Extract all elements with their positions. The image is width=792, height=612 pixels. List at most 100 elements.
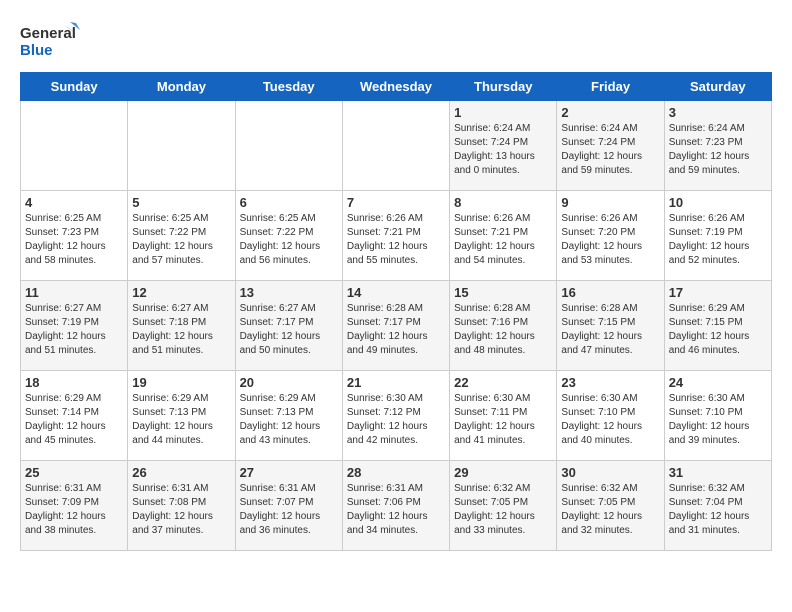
calendar-header: SundayMondayTuesdayWednesdayThursdayFrid… bbox=[21, 73, 772, 101]
calendar-cell: 1Sunrise: 6:24 AM Sunset: 7:24 PM Daylig… bbox=[450, 101, 557, 191]
calendar-cell: 16 Sunrise: 6:28 AM Sunset: 7:15 PM Dayli… bbox=[557, 281, 664, 371]
day-number: 27 bbox=[240, 465, 338, 480]
day-info: Sunrise: 6:25 AM Sunset: 7:22 PM Dayligh… bbox=[240, 212, 338, 268]
day-number: 12 bbox=[132, 285, 230, 300]
day-number: 17 bbox=[669, 285, 767, 300]
calendar-cell bbox=[342, 101, 449, 191]
day-number: 28 bbox=[347, 465, 445, 480]
day-number: 24 bbox=[669, 375, 767, 390]
day-number: 10 bbox=[669, 195, 767, 210]
calendar-cell: 21 Sunrise: 6:30 AM Sunset: 7:12 PM Dayli… bbox=[342, 371, 449, 461]
logo: GeneralBlue bbox=[20, 20, 80, 62]
svg-text:Blue: Blue bbox=[20, 42, 53, 59]
day-info: Sunrise: 6:27 AM Sunset: 7:18 PM Dayligh… bbox=[132, 302, 230, 358]
day-number: 15 bbox=[454, 285, 552, 300]
day-info: Sunrise: 6:31 AM Sunset: 7:07 PM Dayligh… bbox=[240, 482, 338, 538]
day-number: 23 bbox=[561, 375, 659, 390]
calendar-cell: 24 Sunrise: 6:30 AM Sunset: 7:10 PM Dayli… bbox=[664, 371, 771, 461]
calendar-cell bbox=[21, 101, 128, 191]
day-info: Sunrise: 6:30 AM Sunset: 7:12 PM Dayligh… bbox=[347, 392, 445, 448]
calendar-cell: 10 Sunrise: 6:26 AM Sunset: 7:19 PM Dayli… bbox=[664, 191, 771, 281]
day-info: Sunrise: 6:32 AM Sunset: 7:05 PM Dayligh… bbox=[454, 482, 552, 538]
day-info: Sunrise: 6:26 AM Sunset: 7:19 PM Dayligh… bbox=[669, 212, 767, 268]
day-info: Sunrise: 6:25 AM Sunset: 7:22 PM Dayligh… bbox=[132, 212, 230, 268]
day-info: Sunrise: 6:28 AM Sunset: 7:16 PM Dayligh… bbox=[454, 302, 552, 358]
day-header-wednesday: Wednesday bbox=[342, 73, 449, 101]
calendar-cell: 19Sunrise: 6:29 AM Sunset: 7:13 PM Dayli… bbox=[128, 371, 235, 461]
day-info: Sunrise: 6:29 AM Sunset: 7:13 PM Dayligh… bbox=[240, 392, 338, 448]
day-number: 20 bbox=[240, 375, 338, 390]
week-row-2: 4 Sunrise: 6:25 AM Sunset: 7:23 PM Daylig… bbox=[21, 191, 772, 281]
day-number: 8 bbox=[454, 195, 552, 210]
day-number: 22 bbox=[454, 375, 552, 390]
calendar-cell: 3Sunrise: 6:24 AM Sunset: 7:23 PM Daylig… bbox=[664, 101, 771, 191]
calendar-cell: 11 Sunrise: 6:27 AM Sunset: 7:19 PM Dayli… bbox=[21, 281, 128, 371]
calendar-cell: 14 Sunrise: 6:28 AM Sunset: 7:17 PM Dayli… bbox=[342, 281, 449, 371]
day-number: 5 bbox=[132, 195, 230, 210]
day-header-thursday: Thursday bbox=[450, 73, 557, 101]
calendar-cell: 26Sunrise: 6:31 AM Sunset: 7:08 PM Dayli… bbox=[128, 461, 235, 551]
calendar-cell: 7 Sunrise: 6:26 AM Sunset: 7:21 PM Daylig… bbox=[342, 191, 449, 281]
day-info: Sunrise: 6:29 AM Sunset: 7:14 PM Dayligh… bbox=[25, 392, 123, 448]
calendar-cell: 13 Sunrise: 6:27 AM Sunset: 7:17 PM Dayli… bbox=[235, 281, 342, 371]
day-info: Sunrise: 6:27 AM Sunset: 7:17 PM Dayligh… bbox=[240, 302, 338, 358]
calendar-cell: 6 Sunrise: 6:25 AM Sunset: 7:22 PM Daylig… bbox=[235, 191, 342, 281]
day-info: Sunrise: 6:27 AM Sunset: 7:19 PM Dayligh… bbox=[25, 302, 123, 358]
week-row-1: 1Sunrise: 6:24 AM Sunset: 7:24 PM Daylig… bbox=[21, 101, 772, 191]
day-number: 13 bbox=[240, 285, 338, 300]
day-info: Sunrise: 6:26 AM Sunset: 7:21 PM Dayligh… bbox=[347, 212, 445, 268]
calendar-cell: 27 Sunrise: 6:31 AM Sunset: 7:07 PM Dayli… bbox=[235, 461, 342, 551]
day-number: 29 bbox=[454, 465, 552, 480]
day-info: Sunrise: 6:24 AM Sunset: 7:24 PM Dayligh… bbox=[454, 122, 552, 178]
day-info: Sunrise: 6:26 AM Sunset: 7:21 PM Dayligh… bbox=[454, 212, 552, 268]
day-number: 14 bbox=[347, 285, 445, 300]
day-number: 19 bbox=[132, 375, 230, 390]
svg-text:General: General bbox=[20, 25, 76, 42]
header-row: SundayMondayTuesdayWednesdayThursdayFrid… bbox=[21, 73, 772, 101]
calendar-cell: 23 Sunrise: 6:30 AM Sunset: 7:10 PM Dayli… bbox=[557, 371, 664, 461]
day-number: 18 bbox=[25, 375, 123, 390]
day-number: 2 bbox=[561, 105, 659, 120]
day-info: Sunrise: 6:29 AM Sunset: 7:15 PM Dayligh… bbox=[669, 302, 767, 358]
day-info: Sunrise: 6:31 AM Sunset: 7:09 PM Dayligh… bbox=[25, 482, 123, 538]
calendar-cell: 15 Sunrise: 6:28 AM Sunset: 7:16 PM Dayli… bbox=[450, 281, 557, 371]
header: GeneralBlue bbox=[20, 20, 772, 62]
day-number: 11 bbox=[25, 285, 123, 300]
day-header-friday: Friday bbox=[557, 73, 664, 101]
day-number: 9 bbox=[561, 195, 659, 210]
calendar-table: SundayMondayTuesdayWednesdayThursdayFrid… bbox=[20, 72, 772, 551]
day-info: Sunrise: 6:24 AM Sunset: 7:23 PM Dayligh… bbox=[669, 122, 767, 178]
calendar-cell: 20 Sunrise: 6:29 AM Sunset: 7:13 PM Dayli… bbox=[235, 371, 342, 461]
day-info: Sunrise: 6:32 AM Sunset: 7:05 PM Dayligh… bbox=[561, 482, 659, 538]
day-header-tuesday: Tuesday bbox=[235, 73, 342, 101]
week-row-3: 11 Sunrise: 6:27 AM Sunset: 7:19 PM Dayli… bbox=[21, 281, 772, 371]
logo-svg: GeneralBlue bbox=[20, 20, 80, 62]
day-number: 21 bbox=[347, 375, 445, 390]
day-number: 7 bbox=[347, 195, 445, 210]
day-header-saturday: Saturday bbox=[664, 73, 771, 101]
calendar-cell: 25 Sunrise: 6:31 AM Sunset: 7:09 PM Dayli… bbox=[21, 461, 128, 551]
calendar-cell: 22Sunrise: 6:30 AM Sunset: 7:11 PM Dayli… bbox=[450, 371, 557, 461]
day-info: Sunrise: 6:31 AM Sunset: 7:06 PM Dayligh… bbox=[347, 482, 445, 538]
day-info: Sunrise: 6:30 AM Sunset: 7:10 PM Dayligh… bbox=[669, 392, 767, 448]
calendar-cell: 17 Sunrise: 6:29 AM Sunset: 7:15 PM Dayli… bbox=[664, 281, 771, 371]
day-number: 30 bbox=[561, 465, 659, 480]
day-info: Sunrise: 6:24 AM Sunset: 7:24 PM Dayligh… bbox=[561, 122, 659, 178]
day-number: 31 bbox=[669, 465, 767, 480]
calendar-cell: 29 Sunrise: 6:32 AM Sunset: 7:05 PM Dayli… bbox=[450, 461, 557, 551]
day-number: 16 bbox=[561, 285, 659, 300]
calendar-cell: 28 Sunrise: 6:31 AM Sunset: 7:06 PM Dayli… bbox=[342, 461, 449, 551]
day-info: Sunrise: 6:30 AM Sunset: 7:10 PM Dayligh… bbox=[561, 392, 659, 448]
calendar-cell: 2 Sunrise: 6:24 AM Sunset: 7:24 PM Daylig… bbox=[557, 101, 664, 191]
day-number: 25 bbox=[25, 465, 123, 480]
day-header-sunday: Sunday bbox=[21, 73, 128, 101]
day-info: Sunrise: 6:28 AM Sunset: 7:17 PM Dayligh… bbox=[347, 302, 445, 358]
day-number: 4 bbox=[25, 195, 123, 210]
day-info: Sunrise: 6:28 AM Sunset: 7:15 PM Dayligh… bbox=[561, 302, 659, 358]
calendar-cell: 8 Sunrise: 6:26 AM Sunset: 7:21 PM Daylig… bbox=[450, 191, 557, 281]
calendar-cell bbox=[128, 101, 235, 191]
day-number: 6 bbox=[240, 195, 338, 210]
calendar-cell: 5 Sunrise: 6:25 AM Sunset: 7:22 PM Daylig… bbox=[128, 191, 235, 281]
day-info: Sunrise: 6:25 AM Sunset: 7:23 PM Dayligh… bbox=[25, 212, 123, 268]
day-info: Sunrise: 6:32 AM Sunset: 7:04 PM Dayligh… bbox=[669, 482, 767, 538]
